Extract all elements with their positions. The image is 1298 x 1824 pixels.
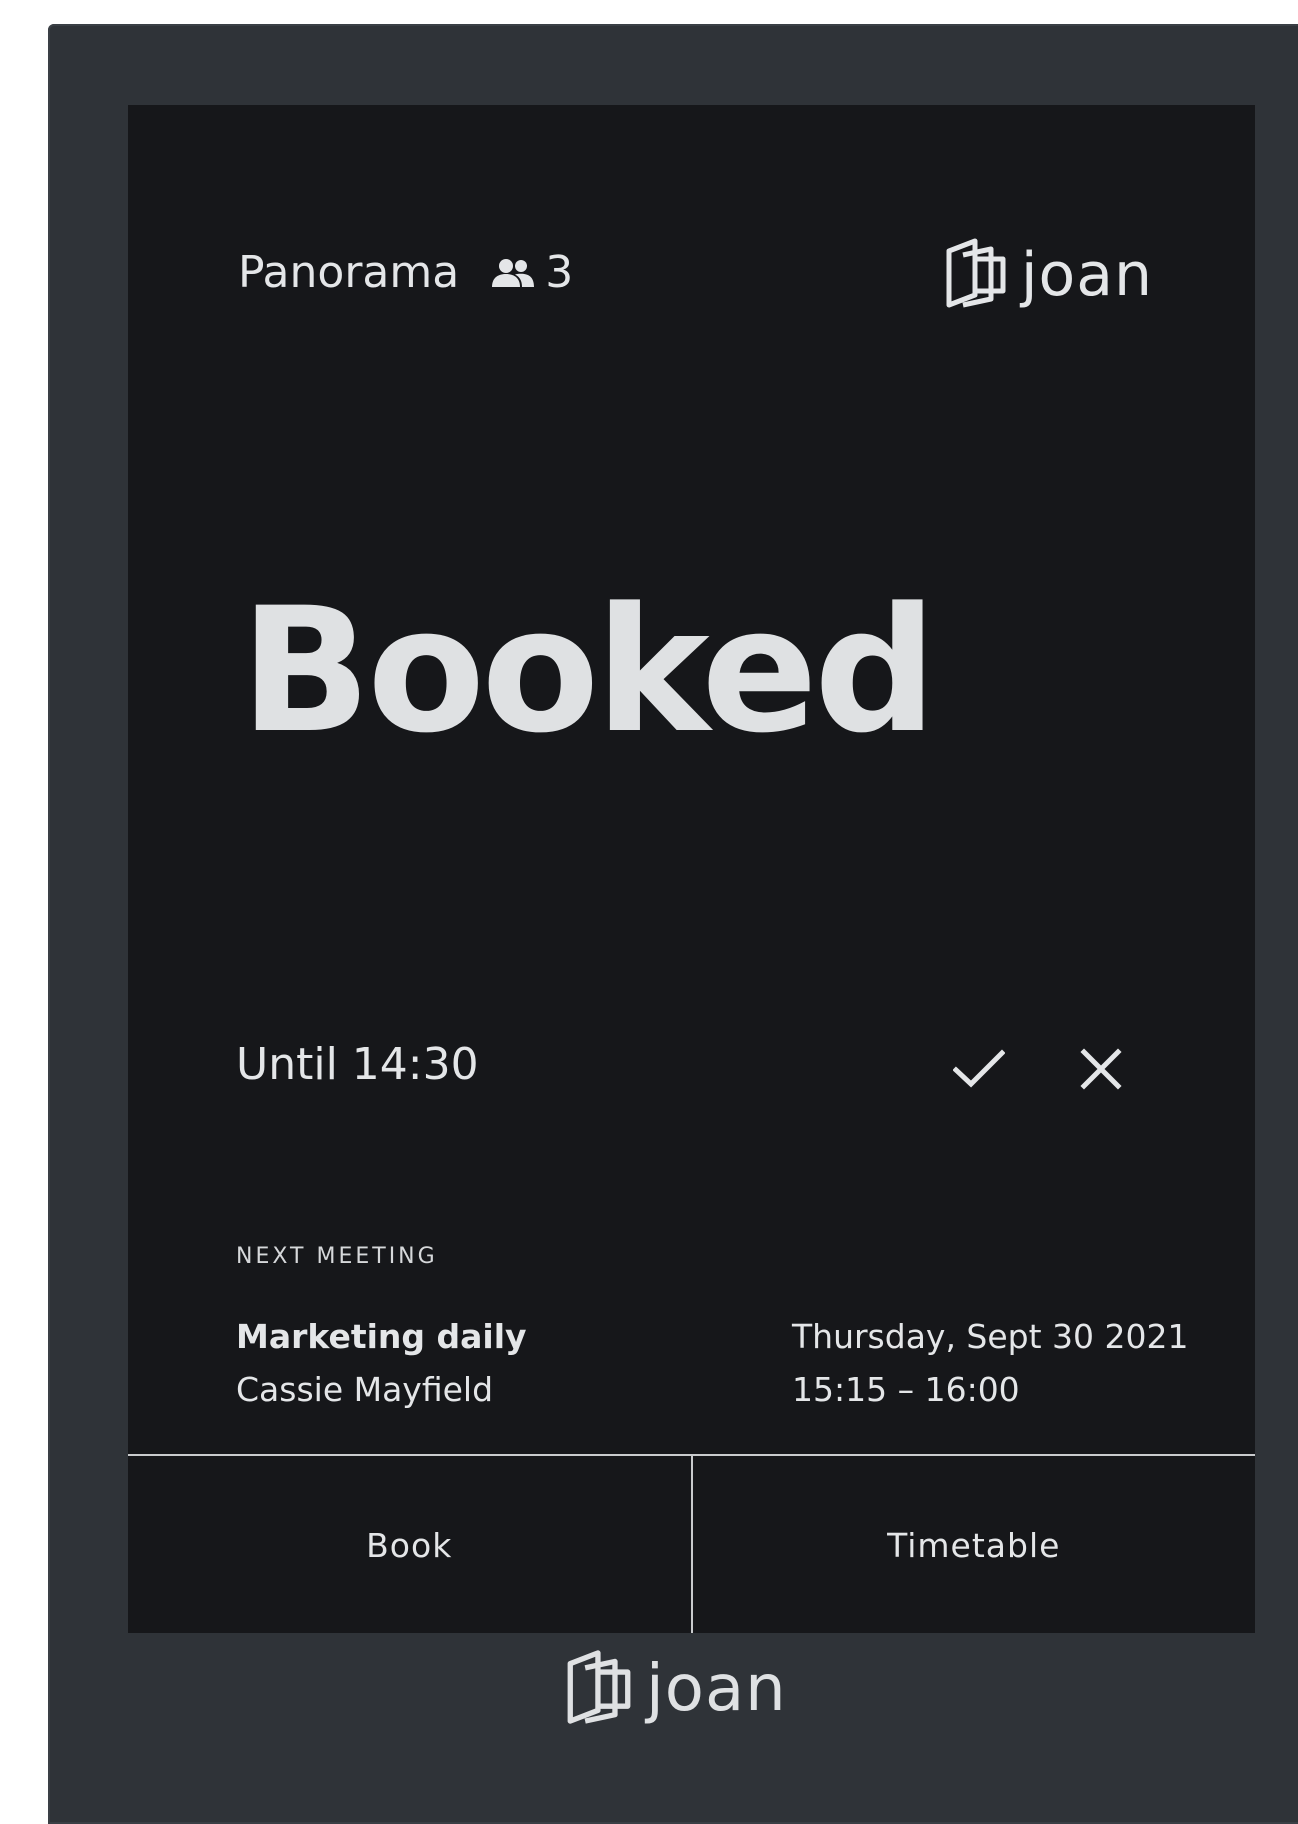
display-screen: Panorama 3 joan Booked Until 14:30 NEXT … — [128, 105, 1255, 1633]
confirm-button[interactable] — [949, 1043, 1009, 1099]
device-brand-logo: joan — [566, 1648, 787, 1730]
check-icon — [952, 1049, 1006, 1093]
room-name: Panorama — [238, 247, 460, 298]
next-meeting-label: NEXT MEETING — [236, 1244, 438, 1269]
device-brand-name: joan — [646, 1652, 787, 1726]
close-icon — [1080, 1048, 1122, 1094]
joan-logo-icon — [566, 1648, 632, 1730]
meeting-organizer: Cassie Mayfield — [236, 1370, 494, 1409]
timetable-button[interactable]: Timetable — [690, 1456, 1256, 1633]
room-header: Panorama 3 — [238, 247, 573, 298]
booking-status: Booked — [240, 570, 937, 771]
cancel-button[interactable] — [1071, 1043, 1131, 1099]
next-meeting-details: Marketing daily Cassie Mayfield — [236, 1317, 527, 1409]
capacity-count: 3 — [545, 247, 574, 298]
booking-actions — [949, 1043, 1131, 1099]
meeting-time: 15:15 – 16:00 — [792, 1370, 1020, 1409]
booked-until: Until 14:30 — [236, 1039, 479, 1090]
meeting-date: Thursday, Sept 30 2021 — [792, 1317, 1189, 1356]
people-icon — [489, 258, 537, 288]
meeting-title: Marketing daily — [236, 1317, 527, 1356]
next-meeting-schedule: Thursday, Sept 30 2021 15:15 – 16:00 — [792, 1317, 1189, 1409]
book-button[interactable]: Book — [128, 1456, 691, 1633]
brand-name: joan — [1020, 240, 1153, 310]
device-bezel: Panorama 3 joan Booked Until 14:30 NEXT … — [48, 24, 1298, 1824]
capacity-indicator: 3 — [489, 247, 573, 298]
joan-logo-icon — [945, 237, 1007, 313]
brand-logo: joan — [945, 237, 1153, 313]
bottom-action-bar: Book Timetable — [128, 1454, 1255, 1633]
